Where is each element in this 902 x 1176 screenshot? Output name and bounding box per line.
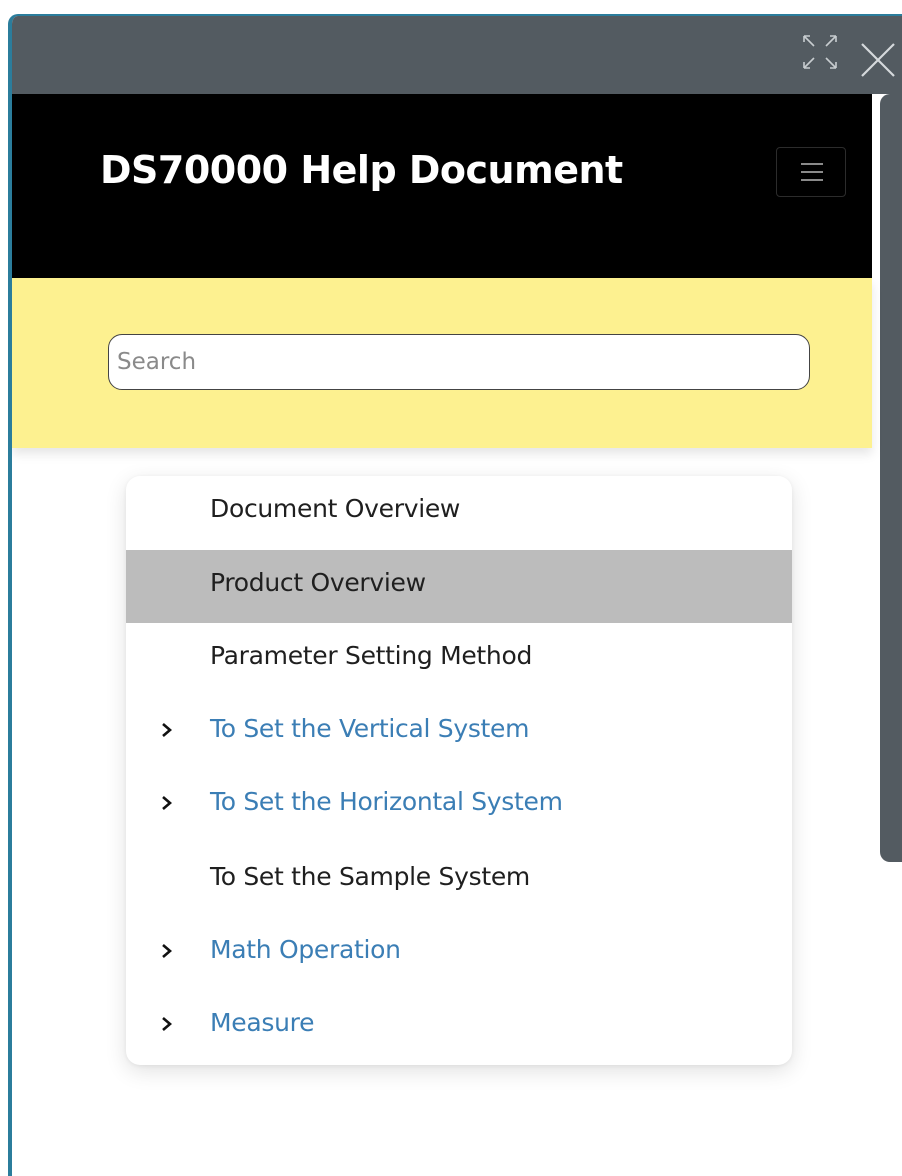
toc-item-horizontal-system[interactable]: To Set the Horizontal System bbox=[126, 769, 792, 842]
page-header: DS70000 Help Document bbox=[12, 94, 872, 278]
search-band bbox=[12, 278, 872, 448]
toc-item-sample-system[interactable]: To Set the Sample System bbox=[126, 844, 792, 917]
help-window: DS70000 Help Document Document Overview … bbox=[8, 14, 902, 1176]
toc-item-label: Product Overview bbox=[210, 568, 426, 597]
toc-panel: Document Overview Product Overview Param… bbox=[126, 476, 792, 1065]
toc-item-math-operation[interactable]: Math Operation bbox=[126, 917, 792, 990]
chevron-right-icon[interactable] bbox=[160, 792, 174, 814]
toc-item-label: Math Operation bbox=[210, 935, 401, 964]
toc-item-label: Measure bbox=[210, 1008, 315, 1037]
toc-item-parameter-setting-method[interactable]: Parameter Setting Method bbox=[126, 623, 792, 696]
toc-item-label: To Set the Horizontal System bbox=[210, 787, 563, 816]
toc-item-label: To Set the Sample System bbox=[210, 862, 530, 891]
chevron-right-icon[interactable] bbox=[160, 940, 174, 962]
hamburger-menu-icon[interactable] bbox=[776, 147, 846, 197]
expand-icon[interactable] bbox=[798, 30, 842, 74]
toc-item-label: To Set the Vertical System bbox=[210, 714, 530, 743]
page-title: DS70000 Help Document bbox=[100, 148, 623, 192]
toc-item-document-overview[interactable]: Document Overview bbox=[126, 476, 792, 549]
chevron-right-icon[interactable] bbox=[160, 719, 174, 741]
toc-item-measure[interactable]: Measure bbox=[126, 990, 792, 1063]
search-input[interactable] bbox=[108, 334, 810, 390]
close-icon[interactable] bbox=[858, 40, 898, 80]
toc-item-label: Parameter Setting Method bbox=[210, 641, 533, 670]
toc-item-product-overview[interactable]: Product Overview bbox=[126, 550, 792, 623]
scrollbar-thumb[interactable] bbox=[880, 94, 902, 862]
chevron-right-icon[interactable] bbox=[160, 1013, 174, 1035]
window-titlebar[interactable] bbox=[12, 16, 902, 94]
toc-item-vertical-system[interactable]: To Set the Vertical System bbox=[126, 696, 792, 769]
toc-item-label: Document Overview bbox=[210, 494, 461, 523]
